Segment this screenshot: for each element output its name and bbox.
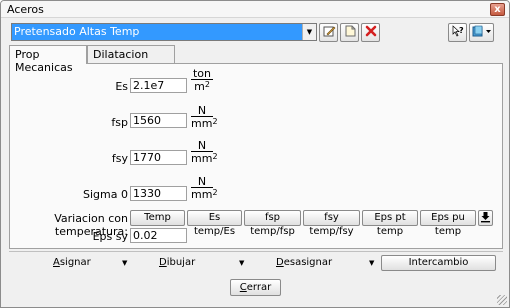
unassign-menu-button[interactable]: Desasignar: [276, 255, 332, 271]
tab-panel-prop-mecanicas: Es 2.1e7 ton m2 fsp 1560 N mm2 fsy 1770 …: [9, 63, 503, 249]
fsy-unit-numerator: N: [197, 139, 207, 152]
fsy-unit: N mm2: [191, 139, 218, 165]
bottom-separator: [9, 251, 503, 252]
properties-tabs: Prop Mecanicas Dilatacion termica Es 2.1…: [9, 45, 503, 249]
delete-icon: [365, 25, 376, 37]
fsy-label: fsy: [111, 152, 128, 165]
download-icon: [481, 212, 490, 223]
chevron-down-icon[interactable]: ▼: [302, 24, 316, 40]
delete-button[interactable]: [361, 23, 380, 42]
fsp-unit-denominator: mm2: [191, 116, 218, 130]
new-document-icon: [345, 25, 355, 37]
sigma0-unit-numerator: N: [197, 175, 207, 188]
edit-icon: [323, 26, 335, 37]
eps-sy-label: Eps sy: [92, 230, 128, 243]
aceros-window: Aceros x Pretensado Altas Temp ▼ ? Prop …: [0, 0, 510, 308]
sigma0-unit: N mm2: [191, 175, 218, 201]
es-unit-denominator: m2: [191, 79, 213, 92]
swap-button[interactable]: Intercambio: [381, 255, 496, 271]
sigma0-unit-denominator: mm2: [191, 187, 218, 201]
window-close-button[interactable]: x: [490, 3, 505, 16]
fsy-unit-den-text: mm: [191, 152, 213, 165]
eps-sy-input[interactable]: 0.02: [130, 228, 187, 243]
es-input[interactable]: 2.1e7: [130, 78, 187, 93]
fsy-unit-denominator: mm2: [191, 151, 218, 165]
fsp-input[interactable]: 1560: [130, 113, 187, 128]
draw-accel-key: D: [159, 257, 167, 268]
fsy-unit-exponent: 2: [212, 152, 218, 161]
close-dialog-label: errar: [246, 282, 272, 293]
fsp-unit-exponent: 2: [212, 117, 218, 126]
fsp-unit: N mm2: [191, 104, 218, 130]
es-unit: ton m2: [191, 68, 213, 92]
assign-menu-button[interactable]: Asignar: [53, 255, 91, 271]
assign-label: signar: [59, 257, 91, 268]
eps-pt-temp-button[interactable]: Eps pt temp: [362, 210, 418, 237]
unassign-accel-key: D: [276, 257, 284, 268]
sigma0-unit-den-text: mm: [191, 188, 213, 201]
help-button[interactable]: ?: [448, 23, 467, 42]
book-menu-button[interactable]: [469, 23, 494, 42]
fsy-temp-button[interactable]: fsy temp/fsy: [303, 210, 360, 237]
close-dialog-button[interactable]: Cerrar: [230, 279, 281, 296]
es-unit-numerator: ton: [192, 67, 211, 80]
assign-chevron-down-icon[interactable]: ▼: [122, 255, 127, 271]
close-accel-key: C: [239, 282, 247, 293]
tab-prop-mecanicas[interactable]: Prop Mecanicas: [9, 45, 87, 74]
assign-accel-key: A: [53, 257, 60, 268]
edit-button[interactable]: [319, 23, 338, 42]
draw-chevron-down-icon[interactable]: ▼: [239, 255, 244, 271]
svg-text:?: ?: [459, 26, 464, 35]
resize-grip[interactable]: [497, 295, 507, 305]
es-label: Es: [115, 80, 128, 93]
window-title: Aceros: [7, 3, 44, 16]
fsp-unit-den-text: mm: [191, 117, 213, 130]
es-unit-exponent: 2: [204, 80, 210, 89]
new-button[interactable]: [340, 23, 359, 42]
download-button[interactable]: [478, 210, 493, 226]
tab-dilatacion-termica[interactable]: Dilatacion termica: [87, 45, 175, 74]
material-combo[interactable]: Pretensado Altas Temp ▼: [11, 23, 317, 41]
temp-button[interactable]: Temp: [130, 210, 185, 226]
fsp-label: fsp: [111, 116, 128, 129]
close-icon: x: [494, 4, 501, 15]
help-icon: ?: [452, 25, 464, 37]
unassign-chevron-down-icon[interactable]: ▼: [369, 255, 374, 271]
sigma0-label: Sigma 0: [83, 188, 128, 201]
es-unit-den-text: m: [194, 80, 205, 93]
draw-menu-button[interactable]: Dibujar: [159, 255, 195, 271]
title-bar: Aceros x: [1, 1, 509, 18]
material-combo-value: Pretensado Altas Temp: [14, 25, 140, 38]
sigma0-input[interactable]: 1330: [130, 186, 187, 201]
fsy-input[interactable]: 1770: [130, 150, 187, 165]
book-icon: [472, 25, 491, 37]
fsp-unit-numerator: N: [197, 104, 207, 117]
sigma0-unit-exponent: 2: [212, 188, 218, 197]
draw-label: ibujar: [166, 257, 196, 268]
fsp-temp-button[interactable]: fsp temp/fsp: [244, 210, 301, 237]
eps-pu-temp-button[interactable]: Eps pu temp: [420, 210, 476, 237]
unassign-label: esasignar: [283, 257, 333, 268]
es-temp-button[interactable]: Es temp/Es: [187, 210, 242, 237]
